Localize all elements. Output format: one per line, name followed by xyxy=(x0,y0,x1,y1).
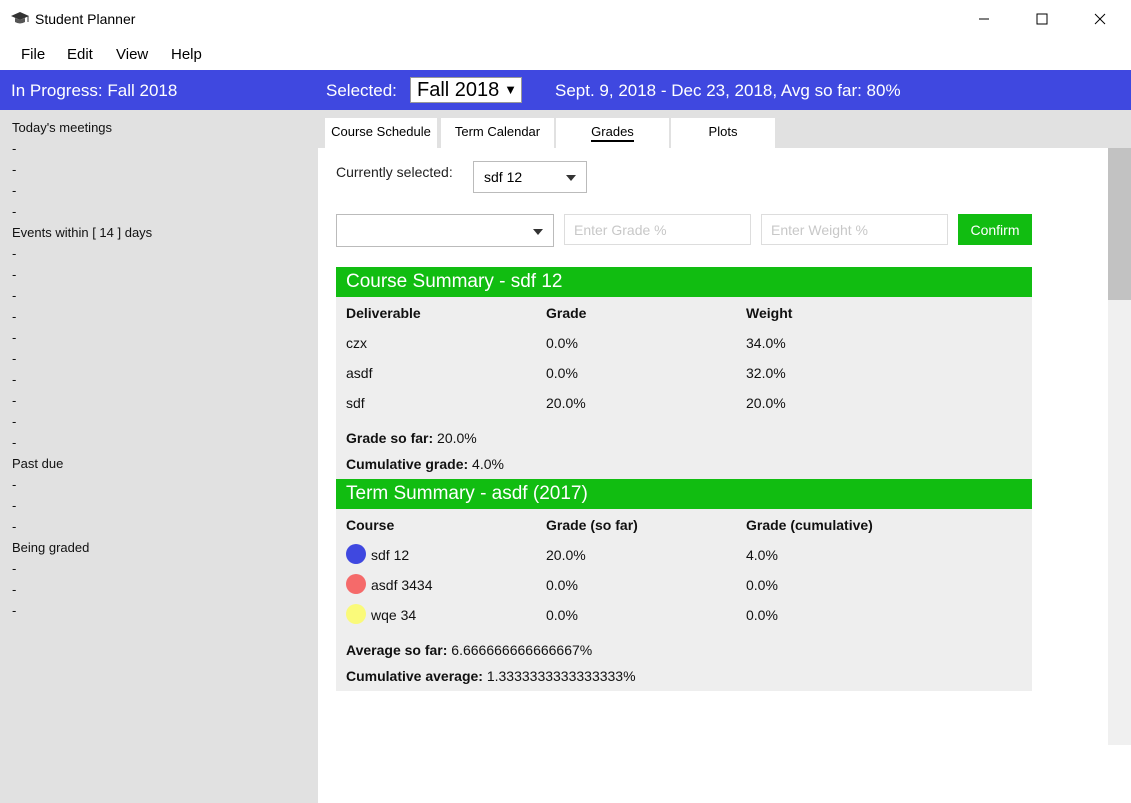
list-item: - xyxy=(12,204,17,219)
average-so-far: Average so far: 6.666666666666667% xyxy=(346,642,593,658)
list-item: - xyxy=(12,330,17,345)
list-item: - xyxy=(12,351,17,366)
table-cell: 20.0% xyxy=(546,395,586,411)
grade-so-far: Grade so far: 20.0% xyxy=(346,430,477,446)
past-due-heading: Past due xyxy=(12,456,64,471)
list-item: - xyxy=(12,162,17,177)
title-bar: Student Planner xyxy=(0,0,1131,38)
cumulative-grade: Cumulative grade: 4.0% xyxy=(346,456,504,472)
todays-meetings-heading: Today's meetings xyxy=(12,120,113,135)
column-header-grade-so-far: Grade (so far) xyxy=(546,517,638,533)
minimize-button[interactable] xyxy=(955,0,1013,38)
course-color-dot xyxy=(346,574,366,594)
list-item: - xyxy=(12,246,17,261)
list-item: - xyxy=(12,435,17,450)
dropdown-arrow-icon xyxy=(566,175,576,181)
window-title: Student Planner xyxy=(35,11,136,27)
term-header: In Progress: Fall 2018 Selected: Fall 20… xyxy=(0,70,1131,110)
table-cell: sdf xyxy=(346,395,365,411)
tab-grades[interactable]: Grades xyxy=(556,118,669,148)
table-cell: 0.0% xyxy=(546,607,578,623)
selected-label: Selected: xyxy=(326,81,397,100)
graduation-cap-icon xyxy=(10,11,30,27)
column-header-deliverable: Deliverable xyxy=(346,305,421,321)
term-summary-panel xyxy=(336,479,1032,691)
list-item: - xyxy=(12,477,17,492)
dropdown-arrow-icon xyxy=(533,229,543,235)
confirm-button[interactable]: Confirm xyxy=(958,214,1032,245)
list-item: - xyxy=(12,561,17,576)
table-cell: 0.0% xyxy=(746,577,778,593)
table-cell: 0.0% xyxy=(746,607,778,623)
table-cell: 32.0% xyxy=(746,365,786,381)
course-select-value: sdf 12 xyxy=(484,169,523,185)
currently-selected-label: Currently selected: xyxy=(336,164,453,180)
table-cell: 4.0% xyxy=(746,547,778,563)
maximize-button[interactable] xyxy=(1013,0,1071,38)
in-progress-label: In Progress: Fall 2018 xyxy=(11,81,178,100)
weight-input[interactable] xyxy=(761,214,948,245)
table-cell: wqe 34 xyxy=(371,607,417,623)
tab-plots[interactable]: Plots xyxy=(671,118,775,148)
column-header-weight: Weight xyxy=(746,305,793,321)
list-item: - xyxy=(12,582,17,597)
events-within-heading: Events within [ 14 ] days xyxy=(12,225,153,240)
course-summary-panel xyxy=(336,267,1032,479)
list-item: - xyxy=(12,393,17,408)
table-cell: 0.0% xyxy=(546,577,578,593)
term-select-value: Fall 2018 xyxy=(417,79,500,101)
table-cell: asdf xyxy=(346,365,373,381)
menu-file[interactable]: File xyxy=(21,46,45,63)
sidebar: Today's meetings - - - - Events within [… xyxy=(0,110,318,803)
list-item: - xyxy=(12,267,17,282)
menu-bar: File Edit View Help xyxy=(0,38,1131,70)
course-summary-title: Course Summary - sdf 12 xyxy=(336,267,1032,297)
course-color-dot xyxy=(346,604,366,624)
table-cell: sdf 12 xyxy=(371,547,410,563)
scrollbar-track-end xyxy=(1108,745,1131,803)
table-cell: 20.0% xyxy=(546,547,586,563)
term-summary-title: Term Summary - asdf (2017) xyxy=(336,479,1032,509)
table-cell: 34.0% xyxy=(746,335,786,351)
menu-help[interactable]: Help xyxy=(171,46,202,63)
grade-input[interactable] xyxy=(564,214,751,245)
list-item: - xyxy=(12,519,17,534)
table-cell: 0.0% xyxy=(546,365,578,381)
term-select[interactable]: Fall 2018 ▼ xyxy=(410,77,522,103)
table-cell: 0.0% xyxy=(546,335,578,351)
tab-course-schedule[interactable]: Course Schedule xyxy=(325,118,437,148)
list-item: - xyxy=(12,183,17,198)
cumulative-average: Cumulative average: 1.3333333333333333% xyxy=(346,668,636,684)
list-item: - xyxy=(12,372,17,387)
list-item: - xyxy=(12,141,17,156)
deliverable-select[interactable] xyxy=(336,214,554,247)
list-item: - xyxy=(12,309,17,324)
being-graded-heading: Being graded xyxy=(12,540,90,555)
dropdown-arrow-icon: ▼ xyxy=(504,82,517,97)
column-header-grade: Grade xyxy=(546,305,587,321)
list-item: - xyxy=(12,288,17,303)
list-item: - xyxy=(12,498,17,513)
close-button[interactable] xyxy=(1071,0,1129,38)
term-range-text: Sept. 9, 2018 - Dec 23, 2018, Avg so far… xyxy=(555,81,901,100)
tab-term-calendar[interactable]: Term Calendar xyxy=(441,118,554,148)
menu-view[interactable]: View xyxy=(116,46,148,63)
course-select[interactable]: sdf 12 xyxy=(473,161,587,193)
course-color-dot xyxy=(346,544,366,564)
table-cell: 20.0% xyxy=(746,395,786,411)
column-header-course: Course xyxy=(346,517,395,533)
menu-edit[interactable]: Edit xyxy=(67,46,93,63)
table-cell: czx xyxy=(346,335,367,351)
table-cell: asdf 3434 xyxy=(371,577,433,593)
column-header-grade-cumulative: Grade (cumulative) xyxy=(746,517,873,533)
scrollbar-thumb[interactable] xyxy=(1108,148,1131,300)
list-item: - xyxy=(12,414,17,429)
vertical-scrollbar[interactable] xyxy=(1108,148,1131,803)
list-item: - xyxy=(12,603,17,618)
